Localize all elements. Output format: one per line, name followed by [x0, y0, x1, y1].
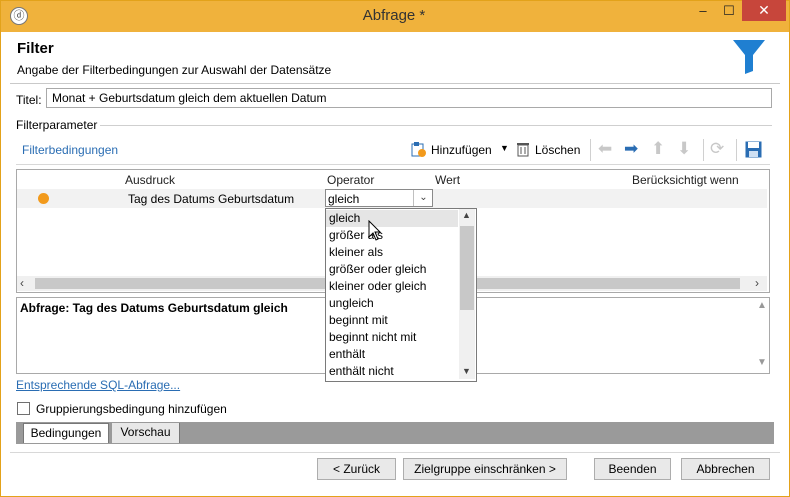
tab-vorschau[interactable]: Vorschau: [112, 423, 180, 443]
page-subtitle: Angabe der Filterbedingungen zur Auswahl…: [17, 63, 332, 77]
title-label: Titel:: [16, 93, 42, 107]
toolbar-divider: [16, 164, 770, 165]
toolbar-separator: [703, 139, 704, 161]
dropdown-option[interactable]: ungleich: [329, 295, 374, 312]
cancel-button[interactable]: Abbrechen: [681, 458, 770, 480]
dropdown-option[interactable]: enthält nicht: [329, 363, 394, 380]
window-title: Abfrage *: [362, 7, 426, 24]
filterbedingungen-label: Filterbedingungen: [22, 143, 119, 157]
group-divider: [100, 125, 772, 126]
page-title: Filter: [17, 40, 54, 57]
back-button[interactable]: < Zurück: [317, 458, 396, 480]
column-header-operator[interactable]: Operator: [327, 173, 374, 187]
restrict-target-button[interactable]: Zielgruppe einschränken >: [403, 458, 567, 480]
minimize-button[interactable]: –: [690, 0, 716, 21]
filterparameter-label: Filterparameter: [16, 118, 98, 132]
tab-bedingungen[interactable]: Bedingungen: [23, 423, 109, 443]
dropdown-option[interactable]: gleich: [329, 210, 360, 227]
arrow-up-icon[interactable]: ⬆: [651, 139, 665, 159]
dropdown-option[interactable]: beginnt nicht mit: [329, 329, 416, 346]
dropdown-option[interactable]: kleiner als: [329, 244, 383, 261]
group-condition-label[interactable]: Gruppierungsbedingung hinzufügen: [36, 402, 227, 416]
header-divider: [10, 83, 780, 84]
scroll-right-icon[interactable]: ›: [755, 276, 759, 290]
scroll-up-icon[interactable]: ▲: [462, 210, 471, 220]
chevron-down-icon[interactable]: ⌄: [413, 190, 433, 206]
dropdown-option[interactable]: beginnt mit: [329, 312, 388, 329]
group-condition-checkbox[interactable]: [17, 402, 30, 415]
arrow-right-icon[interactable]: ➡: [624, 139, 638, 159]
column-header-ausdruck[interactable]: Ausdruck: [125, 173, 175, 187]
query-preview-text: Abfrage: Tag des Datums Geburtsdatum gle…: [20, 301, 288, 315]
scroll-down-icon[interactable]: ▼: [757, 357, 767, 368]
scroll-down-icon[interactable]: ▼: [462, 366, 471, 376]
funnel-icon: [733, 40, 765, 74]
toolbar-separator: [736, 139, 737, 161]
save-icon[interactable]: [745, 141, 762, 158]
sql-query-link[interactable]: Entsprechende SQL-Abfrage...: [16, 378, 180, 392]
dropdown-option[interactable]: größer oder gleich: [329, 261, 426, 278]
status-dot-icon: [38, 193, 49, 204]
add-condition-icon[interactable]: [410, 141, 426, 157]
operator-value[interactable]: gleich: [328, 192, 359, 206]
arrow-down-icon[interactable]: ⬇: [677, 139, 691, 159]
dropdown-option[interactable]: kleiner oder gleich: [329, 278, 426, 295]
row-expression[interactable]: Tag des Datums Geburtsdatum: [128, 192, 294, 206]
add-button[interactable]: Hinzufügen: [431, 143, 492, 157]
footer-divider: [10, 452, 780, 453]
dropdown-option[interactable]: enthält: [329, 346, 365, 363]
add-dropdown-caret[interactable]: ▼: [500, 143, 509, 153]
title-input[interactable]: [46, 88, 772, 108]
trash-icon[interactable]: [516, 141, 530, 157]
column-header-beruecksichtigt[interactable]: Berücksichtigt wenn: [632, 173, 739, 187]
finish-button[interactable]: Beenden: [594, 458, 671, 480]
arrow-left-icon[interactable]: ⬅: [598, 139, 612, 159]
close-button[interactable]: ✕: [742, 0, 786, 21]
delete-button[interactable]: Löschen: [535, 143, 580, 157]
refresh-icon[interactable]: ⟳: [710, 139, 724, 159]
scroll-left-icon[interactable]: ‹: [20, 276, 24, 290]
toolbar-separator: [590, 139, 591, 161]
dropdown-scrollbar-thumb[interactable]: [460, 226, 474, 310]
scroll-up-icon[interactable]: ▲: [757, 300, 767, 311]
maximize-button[interactable]: ☐: [716, 0, 742, 21]
column-header-wert[interactable]: Wert: [435, 173, 460, 187]
mouse-cursor-icon: [368, 220, 382, 241]
